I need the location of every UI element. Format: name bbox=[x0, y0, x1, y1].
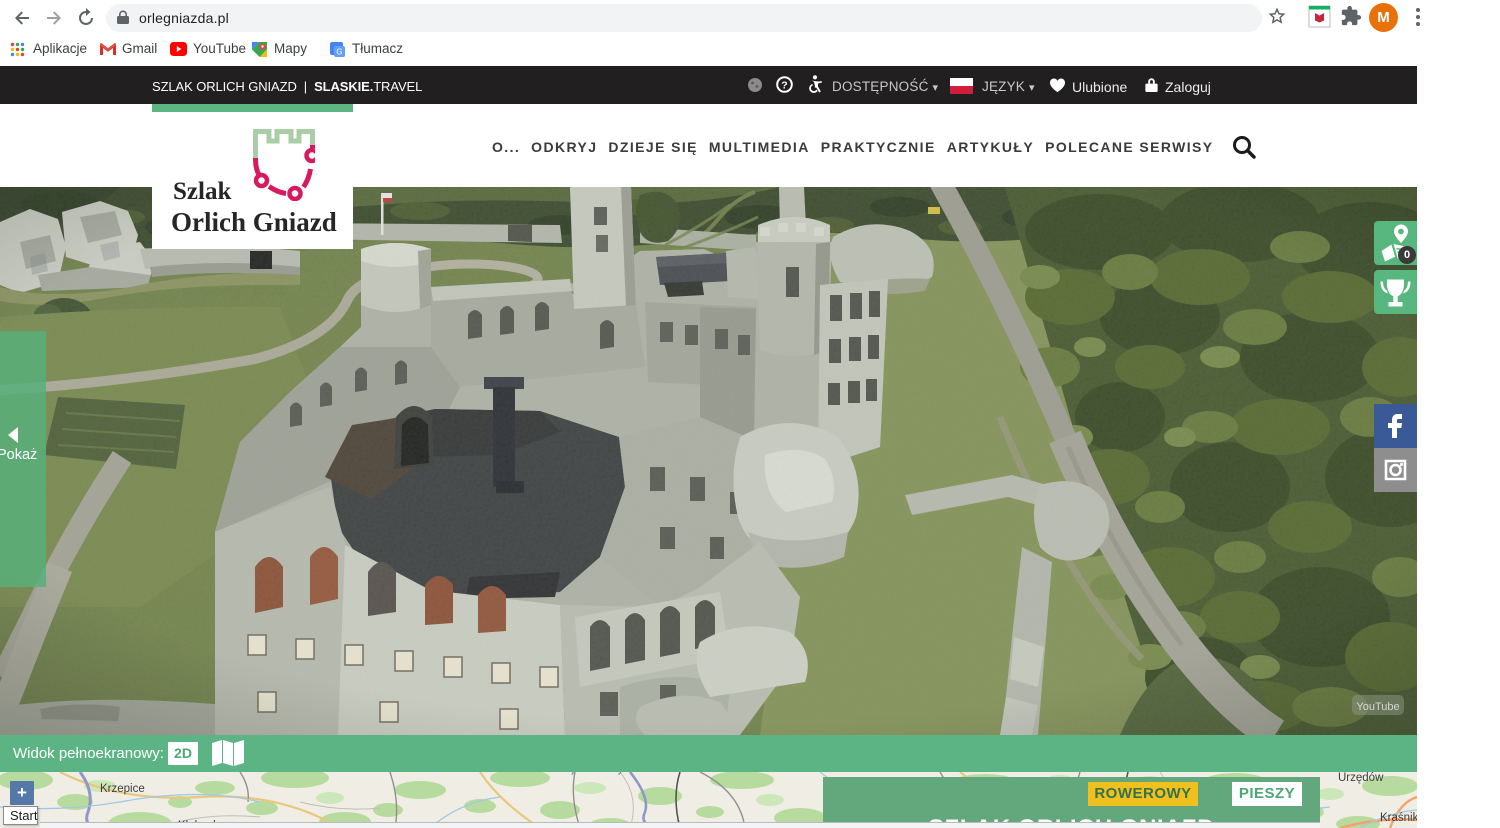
svg-text:?: ? bbox=[781, 79, 787, 91]
svg-text:YouTube: YouTube bbox=[1356, 701, 1399, 713]
svg-text:G: G bbox=[336, 48, 342, 57]
